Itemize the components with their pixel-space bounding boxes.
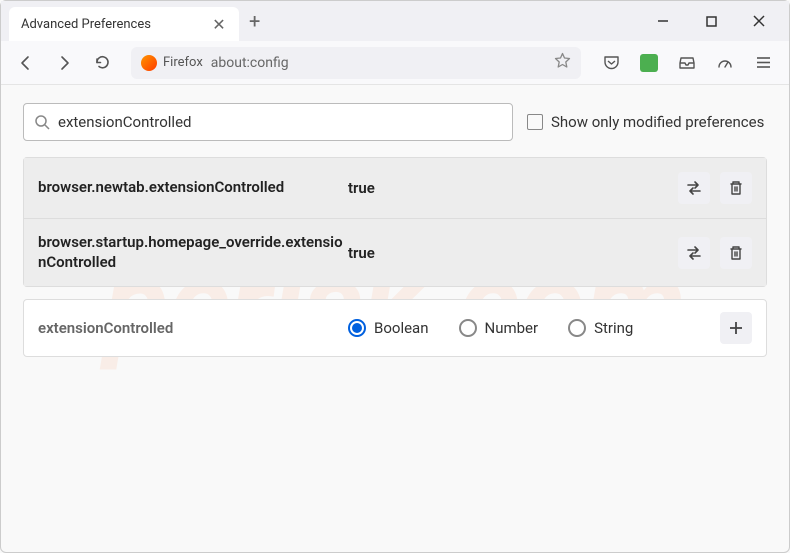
preference-row: browser.startup.homepage_override.extens…	[24, 218, 766, 286]
forward-button[interactable]	[49, 48, 79, 78]
delete-button[interactable]	[720, 237, 752, 269]
preference-actions	[678, 172, 752, 204]
trash-icon	[728, 245, 744, 261]
close-window-button[interactable]	[749, 11, 769, 31]
radio-number[interactable]: Number	[459, 319, 539, 337]
reload-button[interactable]	[87, 48, 117, 78]
add-button[interactable]	[720, 312, 752, 344]
radio-boolean[interactable]: Boolean	[348, 319, 429, 337]
preference-table: browser.newtab.extensionControlled true …	[23, 157, 767, 287]
address-bar[interactable]: Firefox about:config	[131, 47, 581, 79]
radio-icon[interactable]	[459, 319, 477, 337]
toolbar-icons	[595, 51, 779, 75]
checkbox-label: Show only modified preferences	[551, 113, 764, 131]
preference-value: true	[348, 179, 678, 197]
firefox-icon	[141, 55, 157, 71]
toggle-icon	[685, 244, 703, 262]
toggle-button[interactable]	[678, 237, 710, 269]
plus-icon	[728, 320, 744, 336]
search-input[interactable]	[58, 113, 502, 131]
pocket-icon[interactable]	[599, 51, 623, 75]
close-tab-icon[interactable]: ✕	[211, 16, 227, 32]
firefox-label: Firefox	[163, 55, 203, 70]
extension-icon[interactable]	[637, 51, 661, 75]
preference-value: true	[348, 244, 678, 262]
tab-title: Advanced Preferences	[21, 17, 151, 32]
new-preference-name: extensionControlled	[38, 319, 348, 337]
browser-tab[interactable]: Advanced Preferences ✕	[9, 7, 239, 41]
minimize-button[interactable]	[653, 11, 673, 31]
new-tab-button[interactable]: +	[249, 9, 260, 33]
modified-filter[interactable]: Show only modified preferences	[527, 113, 764, 131]
radio-label: Number	[485, 319, 539, 337]
radio-icon[interactable]	[568, 319, 586, 337]
search-row: Show only modified preferences	[23, 103, 767, 141]
maximize-button[interactable]	[701, 11, 721, 31]
inbox-icon[interactable]	[675, 51, 699, 75]
preference-row: browser.newtab.extensionControlled true	[24, 158, 766, 218]
tab-bar: Advanced Preferences ✕ +	[1, 1, 789, 41]
radio-icon[interactable]	[348, 319, 366, 337]
url-text: about:config	[211, 55, 289, 71]
preference-name: browser.newtab.extensionControlled	[38, 178, 348, 198]
back-button[interactable]	[11, 48, 41, 78]
type-radio-group: Boolean Number String	[348, 319, 720, 337]
content-area: Show only modified preferences browser.n…	[1, 85, 789, 375]
dashboard-icon[interactable]	[713, 51, 737, 75]
preference-name: browser.startup.homepage_override.extens…	[38, 233, 348, 272]
search-box[interactable]	[23, 103, 513, 141]
window-controls	[653, 11, 781, 31]
bookmark-star-icon[interactable]	[554, 52, 571, 73]
trash-icon	[728, 180, 744, 196]
search-icon	[34, 114, 50, 130]
checkbox-icon[interactable]	[527, 114, 543, 130]
toggle-icon	[685, 179, 703, 197]
nav-bar: Firefox about:config	[1, 41, 789, 85]
firefox-badge: Firefox	[141, 55, 203, 71]
preference-actions	[678, 237, 752, 269]
radio-label: String	[594, 319, 633, 337]
new-preference-row: extensionControlled Boolean Number Strin…	[23, 299, 767, 357]
menu-icon[interactable]	[751, 51, 775, 75]
radio-label: Boolean	[374, 319, 429, 337]
radio-string[interactable]: String	[568, 319, 633, 337]
delete-button[interactable]	[720, 172, 752, 204]
toggle-button[interactable]	[678, 172, 710, 204]
